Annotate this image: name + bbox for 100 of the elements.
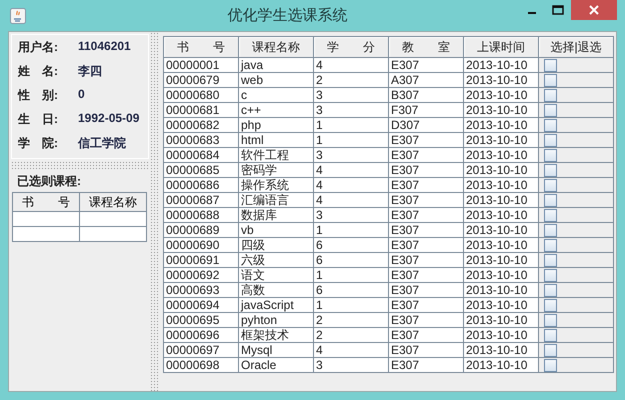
table-cell: 2013-10-10 bbox=[466, 134, 528, 146]
column-header[interactable]: 课程名称 bbox=[80, 192, 146, 212]
table-cell: 3 bbox=[316, 148, 323, 162]
table-cell: F307 bbox=[391, 104, 418, 116]
checkbox[interactable] bbox=[544, 344, 557, 356]
table-cell: 00000001 bbox=[166, 58, 220, 72]
table-cell: 00000685 bbox=[166, 164, 220, 176]
table-cell bbox=[80, 212, 146, 226]
checkbox[interactable] bbox=[544, 238, 557, 252]
field-label: 用户名: bbox=[18, 39, 59, 56]
table-cell: 3 bbox=[316, 208, 323, 222]
column-header[interactable]: 上课时间 bbox=[464, 36, 538, 58]
field-label: 学 院: bbox=[18, 135, 59, 152]
table-cell: Oracle bbox=[241, 358, 276, 372]
table-cell: 00000680 bbox=[166, 88, 220, 102]
checkbox[interactable] bbox=[544, 178, 557, 192]
table-cell: 2 bbox=[316, 328, 323, 342]
table-cell: 00000686 bbox=[166, 178, 220, 192]
table-cell: 1 bbox=[316, 298, 323, 312]
table-cell: 2013-10-10 bbox=[466, 328, 528, 342]
table-cell: 6 bbox=[316, 284, 323, 296]
table-cell: 2013-10-10 bbox=[466, 164, 528, 176]
table-cell: 6 bbox=[316, 254, 323, 266]
table-cell: 00000694 bbox=[166, 298, 220, 312]
table-cell: c bbox=[241, 88, 247, 102]
table-cell: 四级 bbox=[241, 238, 265, 252]
checkbox[interactable] bbox=[544, 358, 557, 372]
column-header[interactable]: 学 分 bbox=[314, 36, 388, 58]
table-cell: 操作系统 bbox=[241, 178, 289, 192]
checkbox[interactable] bbox=[544, 254, 557, 266]
checkbox[interactable] bbox=[544, 284, 557, 296]
field-label: 姓 名: bbox=[18, 63, 59, 80]
table-cell: 1 bbox=[316, 268, 323, 282]
table-cell: 2013-10-10 bbox=[466, 74, 528, 86]
checkbox[interactable] bbox=[544, 88, 557, 102]
table-cell: 2 bbox=[316, 314, 323, 326]
checkbox[interactable] bbox=[544, 208, 557, 222]
checkbox[interactable] bbox=[544, 298, 557, 312]
table-cell: 00000692 bbox=[166, 268, 220, 282]
checkbox[interactable] bbox=[544, 164, 557, 176]
checkbox[interactable] bbox=[544, 328, 557, 342]
table-cell: 00000682 bbox=[166, 118, 220, 132]
field-value: 1992-05-09 bbox=[78, 111, 140, 127]
table-cell: 汇编语言 bbox=[241, 194, 289, 206]
splitter-handle[interactable] bbox=[150, 32, 158, 391]
table-cell: php bbox=[241, 118, 262, 132]
checkbox[interactable] bbox=[544, 314, 557, 326]
table-cell: c++ bbox=[241, 104, 262, 116]
table-cell: 2013-10-10 bbox=[466, 298, 528, 312]
table-cell: 6 bbox=[316, 238, 323, 252]
section-title: 已选则课程: bbox=[16, 173, 82, 190]
table-cell: D307 bbox=[391, 118, 420, 132]
checkbox[interactable] bbox=[544, 74, 557, 86]
table-cell: 软件工程 bbox=[241, 148, 289, 162]
table-cell: 框架技术 bbox=[241, 328, 289, 342]
table-cell: E307 bbox=[391, 314, 420, 326]
table-cell: java bbox=[241, 58, 264, 72]
table-cell: 4 bbox=[316, 178, 323, 192]
column-header[interactable]: 书 号 bbox=[12, 192, 80, 212]
table-cell: 00000681 bbox=[166, 104, 220, 116]
column-header[interactable]: 教 室 bbox=[388, 36, 464, 58]
table-cell: 2013-10-10 bbox=[466, 104, 528, 116]
table-cell: E307 bbox=[391, 164, 420, 176]
column-header[interactable]: 选择|退选 bbox=[538, 36, 614, 58]
checkbox[interactable] bbox=[544, 134, 557, 146]
table-cell: 00000684 bbox=[166, 148, 220, 162]
table-cell: 00000687 bbox=[166, 194, 220, 206]
checkbox[interactable] bbox=[544, 194, 557, 206]
table-cell: pyhton bbox=[241, 314, 278, 326]
checkbox[interactable] bbox=[544, 104, 557, 116]
table-cell: E307 bbox=[391, 178, 420, 192]
column-header[interactable]: 书 号 bbox=[164, 36, 238, 58]
table-cell: Mysql bbox=[241, 344, 272, 356]
table-cell: 3 bbox=[316, 104, 323, 116]
table-cell: 语文 bbox=[241, 268, 265, 282]
table-cell: html bbox=[241, 134, 264, 146]
table-cell: 4 bbox=[316, 344, 323, 356]
table-cell: 六级 bbox=[241, 254, 265, 266]
table-cell: web bbox=[241, 74, 264, 86]
checkbox[interactable] bbox=[544, 224, 557, 236]
table-cell: 1 bbox=[316, 134, 323, 146]
table-cell: E307 bbox=[391, 268, 420, 282]
splitter-handle[interactable] bbox=[11, 161, 149, 169]
close-button[interactable] bbox=[571, 0, 617, 20]
close-icon bbox=[589, 5, 599, 15]
table-cell bbox=[12, 212, 80, 226]
table-cell: 4 bbox=[316, 194, 323, 206]
checkbox[interactable] bbox=[544, 118, 557, 132]
table-cell: 3 bbox=[316, 88, 323, 102]
checkbox[interactable] bbox=[544, 148, 557, 162]
minimize-icon bbox=[528, 12, 536, 14]
table-cell: 2013-10-10 bbox=[466, 208, 528, 222]
checkbox[interactable] bbox=[544, 58, 557, 72]
table-cell: 00000688 bbox=[166, 208, 220, 222]
table-cell: 2013-10-10 bbox=[466, 314, 528, 326]
table-cell: 00000679 bbox=[166, 74, 220, 86]
column-header[interactable]: 课程名称 bbox=[238, 36, 314, 58]
table-cell: 2013-10-10 bbox=[466, 254, 528, 266]
checkbox[interactable] bbox=[544, 268, 557, 282]
table-cell: 2013-10-10 bbox=[466, 224, 528, 236]
